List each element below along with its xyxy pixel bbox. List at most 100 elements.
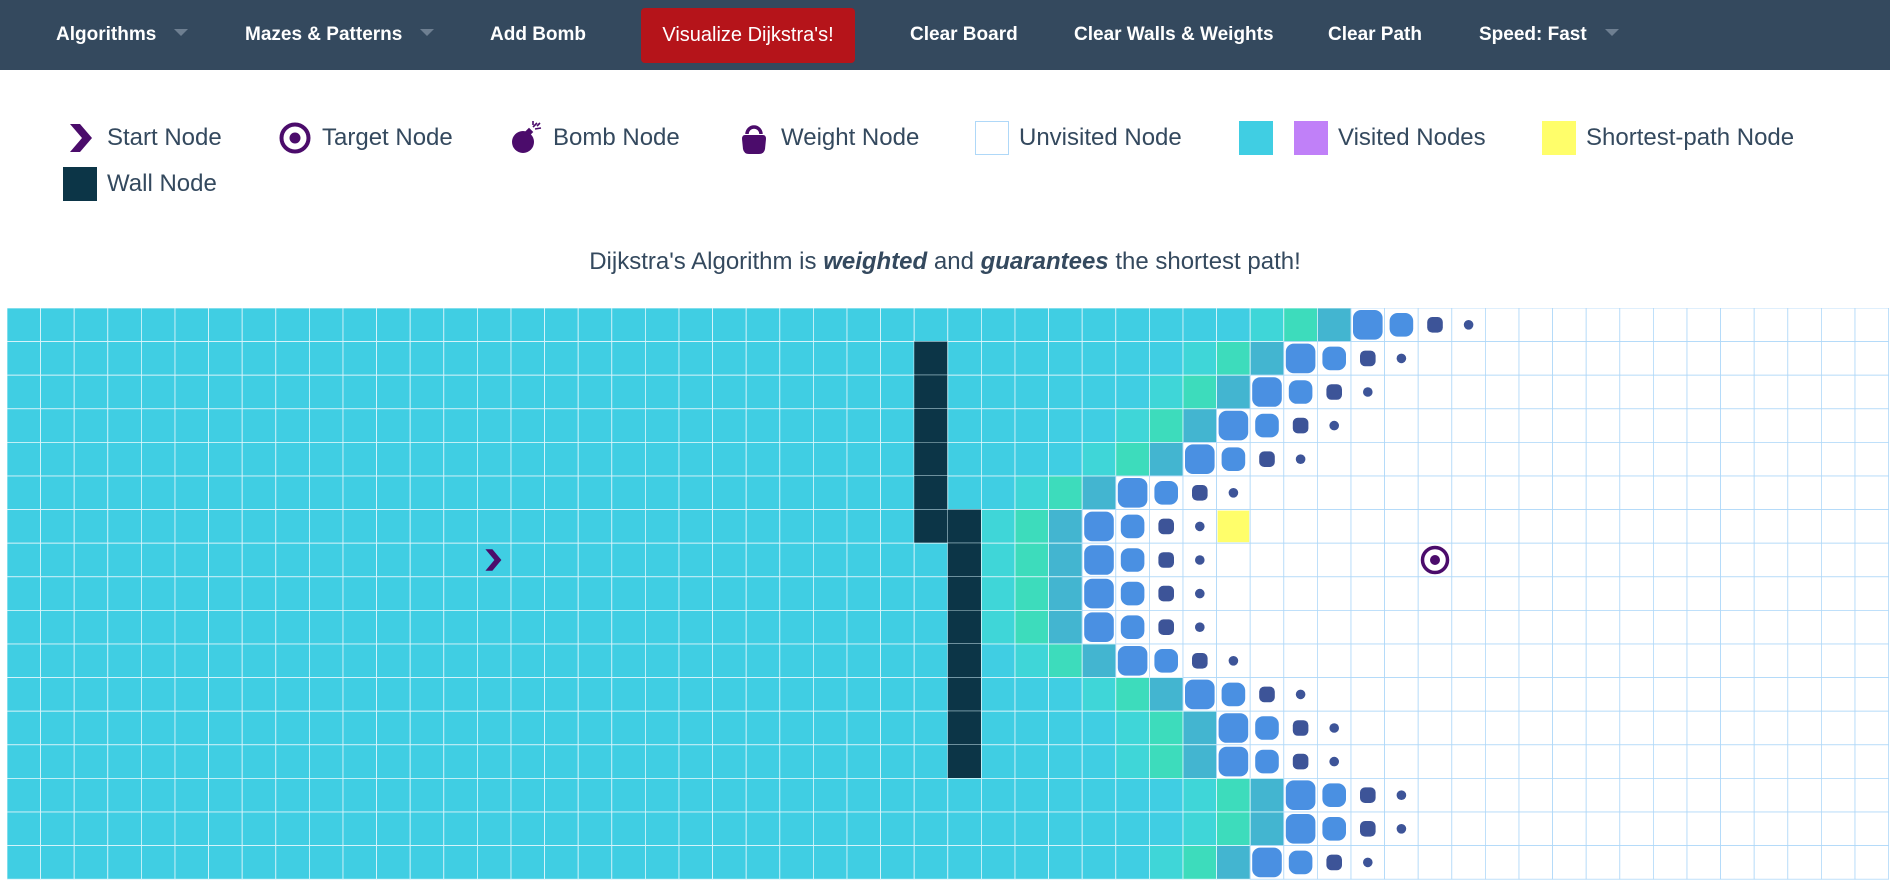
grid-cell[interactable] xyxy=(1821,576,1856,611)
grid-cell[interactable] xyxy=(1552,475,1587,510)
mazes-dropdown[interactable]: Mazes & Patterns xyxy=(245,0,435,70)
grid-cell[interactable] xyxy=(1854,509,1889,544)
grid-cell[interactable] xyxy=(1518,542,1553,578)
algorithms-dropdown[interactable]: Algorithms xyxy=(56,0,189,70)
speed-dropdown[interactable]: Speed: Fast xyxy=(1479,0,1619,70)
grid-cell[interactable] xyxy=(1854,308,1889,342)
grid-cell[interactable] xyxy=(1417,408,1453,443)
grid-cell[interactable] xyxy=(1720,643,1755,678)
grid-cell[interactable] xyxy=(1350,441,1385,477)
grid-cell[interactable] xyxy=(1317,441,1352,477)
grid-cell[interactable] xyxy=(1854,777,1889,813)
grid-cell[interactable] xyxy=(1653,509,1688,544)
grid-cell[interactable] xyxy=(1485,710,1520,746)
grid-cell[interactable] xyxy=(1317,542,1352,578)
grid-cell[interactable] xyxy=(1485,845,1520,880)
grid-cell[interactable] xyxy=(1552,374,1587,410)
grid-cell[interactable] xyxy=(1854,811,1889,846)
grid-cell[interactable] xyxy=(1518,475,1553,510)
grid-cell[interactable] xyxy=(1485,374,1520,410)
grid-cell[interactable] xyxy=(1283,509,1318,544)
grid-cell[interactable] xyxy=(1653,677,1688,712)
grid-cell[interactable] xyxy=(1384,744,1419,779)
grid-cell[interactable] xyxy=(1384,609,1419,645)
grid-cell[interactable] xyxy=(1317,643,1352,678)
grid-cell[interactable] xyxy=(1753,475,1789,510)
grid-cell[interactable] xyxy=(1518,710,1553,746)
grid-cell[interactable] xyxy=(1585,374,1621,410)
grid-cell[interactable] xyxy=(1720,441,1755,477)
grid-cell[interactable] xyxy=(1317,677,1352,712)
grid-cell[interactable] xyxy=(1485,643,1520,678)
add-bomb-button[interactable]: Add Bomb xyxy=(490,0,586,70)
grid-cell[interactable] xyxy=(1585,509,1621,544)
grid-cell[interactable] xyxy=(1451,609,1486,645)
grid-cell[interactable] xyxy=(1686,542,1721,578)
grid-cell[interactable] xyxy=(1585,475,1621,510)
grid-cell[interactable] xyxy=(1552,777,1587,813)
grid-cell[interactable] xyxy=(1283,542,1318,578)
grid-cell[interactable] xyxy=(1686,441,1721,477)
grid-cell[interactable] xyxy=(1753,374,1789,410)
clear-path-button[interactable]: Clear Path xyxy=(1328,0,1422,70)
grid-cell[interactable] xyxy=(1787,441,1822,477)
grid-cell[interactable] xyxy=(1787,744,1822,779)
clear-board-button[interactable]: Clear Board xyxy=(910,0,1018,70)
grid-cell[interactable] xyxy=(1485,677,1520,712)
grid-cell[interactable] xyxy=(1585,777,1621,813)
grid-cell[interactable] xyxy=(1485,308,1520,342)
grid-cell[interactable] xyxy=(1552,576,1587,611)
grid-cell[interactable] xyxy=(1821,643,1856,678)
grid-cell[interactable] xyxy=(1686,643,1721,678)
grid-cell[interactable] xyxy=(1720,542,1755,578)
grid-cell[interactable] xyxy=(1417,441,1453,477)
grid-cell[interactable] xyxy=(1619,811,1654,846)
grid-cell[interactable] xyxy=(1384,408,1419,443)
grid-cell[interactable] xyxy=(1451,744,1486,779)
grid-cell[interactable] xyxy=(1585,811,1621,846)
grid-cell[interactable] xyxy=(1787,576,1822,611)
visualize-button[interactable]: Visualize Dijkstra's! xyxy=(641,8,855,63)
grid-cell[interactable] xyxy=(1787,475,1822,510)
grid-cell[interactable] xyxy=(1518,441,1553,477)
grid-cell[interactable] xyxy=(1854,341,1889,376)
grid-cell[interactable] xyxy=(1619,710,1654,746)
grid-cell[interactable] xyxy=(1249,643,1285,678)
grid-cell[interactable] xyxy=(1585,408,1621,443)
grid-cell[interactable] xyxy=(1686,341,1721,376)
grid-cell[interactable] xyxy=(1821,811,1856,846)
grid-cell[interactable] xyxy=(1753,710,1789,746)
grid-cell[interactable] xyxy=(1821,677,1856,712)
grid-cell[interactable] xyxy=(1720,744,1755,779)
grid-cell[interactable] xyxy=(1485,509,1520,544)
grid-cell[interactable] xyxy=(1821,509,1856,544)
grid-cell[interactable] xyxy=(1787,777,1822,813)
grid-cell[interactable] xyxy=(1720,677,1755,712)
grid-cell[interactable] xyxy=(1585,744,1621,779)
grid-cell[interactable] xyxy=(1753,576,1789,611)
grid-cell[interactable] xyxy=(1552,308,1587,342)
grid-cell[interactable] xyxy=(1720,308,1755,342)
grid-cell[interactable] xyxy=(1720,609,1755,645)
grid-cell[interactable] xyxy=(1518,341,1553,376)
grid-cell[interactable] xyxy=(1653,475,1688,510)
grid-cell[interactable] xyxy=(1350,744,1385,779)
grid-cell[interactable] xyxy=(1518,609,1553,645)
grid-cell[interactable] xyxy=(1653,744,1688,779)
grid-cell[interactable] xyxy=(1619,677,1654,712)
grid-cell[interactable] xyxy=(1317,509,1352,544)
grid-cell[interactable] xyxy=(1585,441,1621,477)
grid-cell[interactable] xyxy=(1350,710,1385,746)
grid-cell[interactable] xyxy=(1451,441,1486,477)
grid-cell[interactable] xyxy=(1317,609,1352,645)
grid-cell[interactable] xyxy=(1619,408,1654,443)
grid-cell[interactable] xyxy=(1451,475,1486,510)
grid-cell[interactable] xyxy=(1720,341,1755,376)
grid-cell[interactable] xyxy=(1518,408,1553,443)
grid-cell[interactable] xyxy=(1720,576,1755,611)
grid-cell[interactable] xyxy=(1787,408,1822,443)
grid-cell[interactable] xyxy=(1485,609,1520,645)
grid-cell[interactable] xyxy=(1619,845,1654,880)
grid-cell[interactable] xyxy=(1417,777,1453,813)
grid-cell[interactable] xyxy=(1518,308,1553,342)
